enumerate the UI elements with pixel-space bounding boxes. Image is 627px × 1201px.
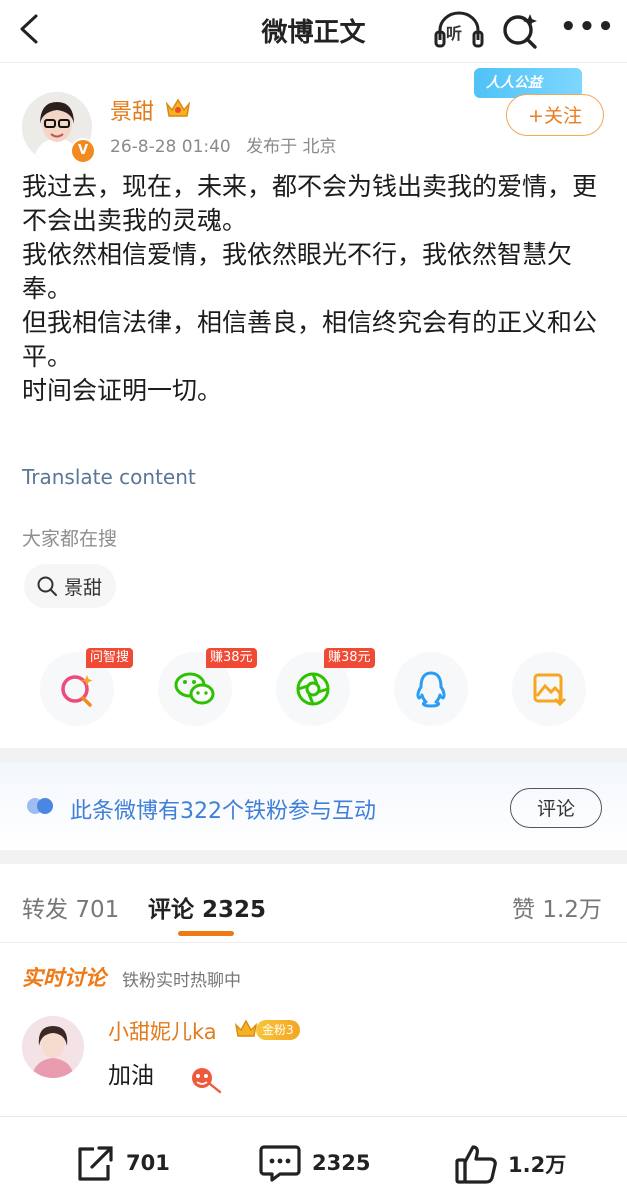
crown-icon [234,1019,258,1037]
tab-repost-count: 701 [75,897,120,923]
tab-likes[interactable]: 赞 1.2万 [512,890,602,924]
realtime-title: 实时讨论 [22,966,106,990]
post-location: 发布于 北京 [246,137,337,157]
follow-button[interactable]: +关注 [506,94,604,136]
comment-text: 加油 [108,1063,154,1089]
repost-button[interactable]: 701 [74,1143,170,1183]
save-image-icon [533,673,567,707]
post-paragraph: 我过去，现在，未来，都不会为钱出卖我的爱情，更不会出卖我的灵魂。 [22,172,598,235]
tab-comments[interactable]: 评论 2325 [148,890,266,924]
comment-button[interactable]: 2325 [258,1143,370,1183]
section-divider [0,850,627,864]
share-qq[interactable] [394,652,468,726]
tab-likes-label: 赞 [512,897,535,923]
thumbs-up-icon [455,1145,497,1184]
realtime-subtitle: 铁粉实时热聊中 [122,971,241,991]
trending-search-title: 大家都在搜 [22,528,118,550]
share-badge: 问智搜 [86,648,134,668]
share-badge: 赚38元 [206,648,257,668]
post-paragraph: 我依然相信爱情，我依然眼光不行，我依然智慧欠奉。 [22,240,573,303]
tab-comments-label: 评论 [148,897,194,923]
search-chip[interactable]: 景甜 [24,564,117,608]
share-badge: 赚38元 [324,648,375,668]
translate-link[interactable]: Translate content [22,465,196,489]
section-divider [0,748,627,762]
wechat-icon [174,672,215,705]
fans-comment-button[interactable]: 评论 [510,788,602,828]
search-chip-label: 景甜 [64,576,103,599]
ai-search-icon[interactable] [500,10,540,50]
share-save-image[interactable] [512,652,586,726]
comment-count: 2325 [312,1151,371,1175]
tabs-divider [0,942,627,943]
commenter-avatar[interactable] [22,1016,84,1078]
post-body: 我过去，现在，未来，都不会为钱出卖我的爱情，更不会出卖我的灵魂。 我依然相信爱情… [22,170,607,408]
ai-search-icon [61,675,93,707]
more-icon[interactable]: ••• [560,14,616,40]
listen-label: 听 [446,24,463,43]
fans-text: 此条微博有322个铁粉参与互动 [70,799,376,824]
tab-comments-count: 2325 [202,897,267,923]
moments-icon [296,672,330,706]
fans-icon [27,798,53,814]
post-meta: 26-8-28 01:40 发布于 北京 [110,132,347,157]
repost-count: 701 [126,1151,170,1175]
tab-repost[interactable]: 转发 701 [22,890,119,924]
like-count: 1.2万 [508,1153,567,1177]
comment-bubble-icon [259,1145,301,1182]
share-arrow-icon [78,1146,113,1181]
post-paragraph: 时间会证明一切。 [22,376,223,405]
fan-level-badge: 金粉3 [256,1020,300,1040]
post-date: 26-8-28 01:40 [110,137,231,157]
crown-icon [165,98,191,117]
post-paragraph: 但我相信法律，相信善良，相信终究会有的正义和公平。 [22,308,598,371]
author-name[interactable]: 景甜 [110,94,154,126]
like-button[interactable]: 1.2万 [454,1143,566,1185]
tab-indicator [178,931,234,936]
search-icon [37,576,57,596]
qq-icon [416,671,446,708]
sticker-emoji-icon [192,1068,222,1094]
tab-repost-label: 转发 [22,897,68,923]
verified-badge: V [70,138,96,164]
tab-likes-count: 1.2万 [542,897,602,923]
commenter-name[interactable]: 小甜妮儿ka [108,1016,217,1046]
listen-button[interactable]: 听 [434,10,484,50]
